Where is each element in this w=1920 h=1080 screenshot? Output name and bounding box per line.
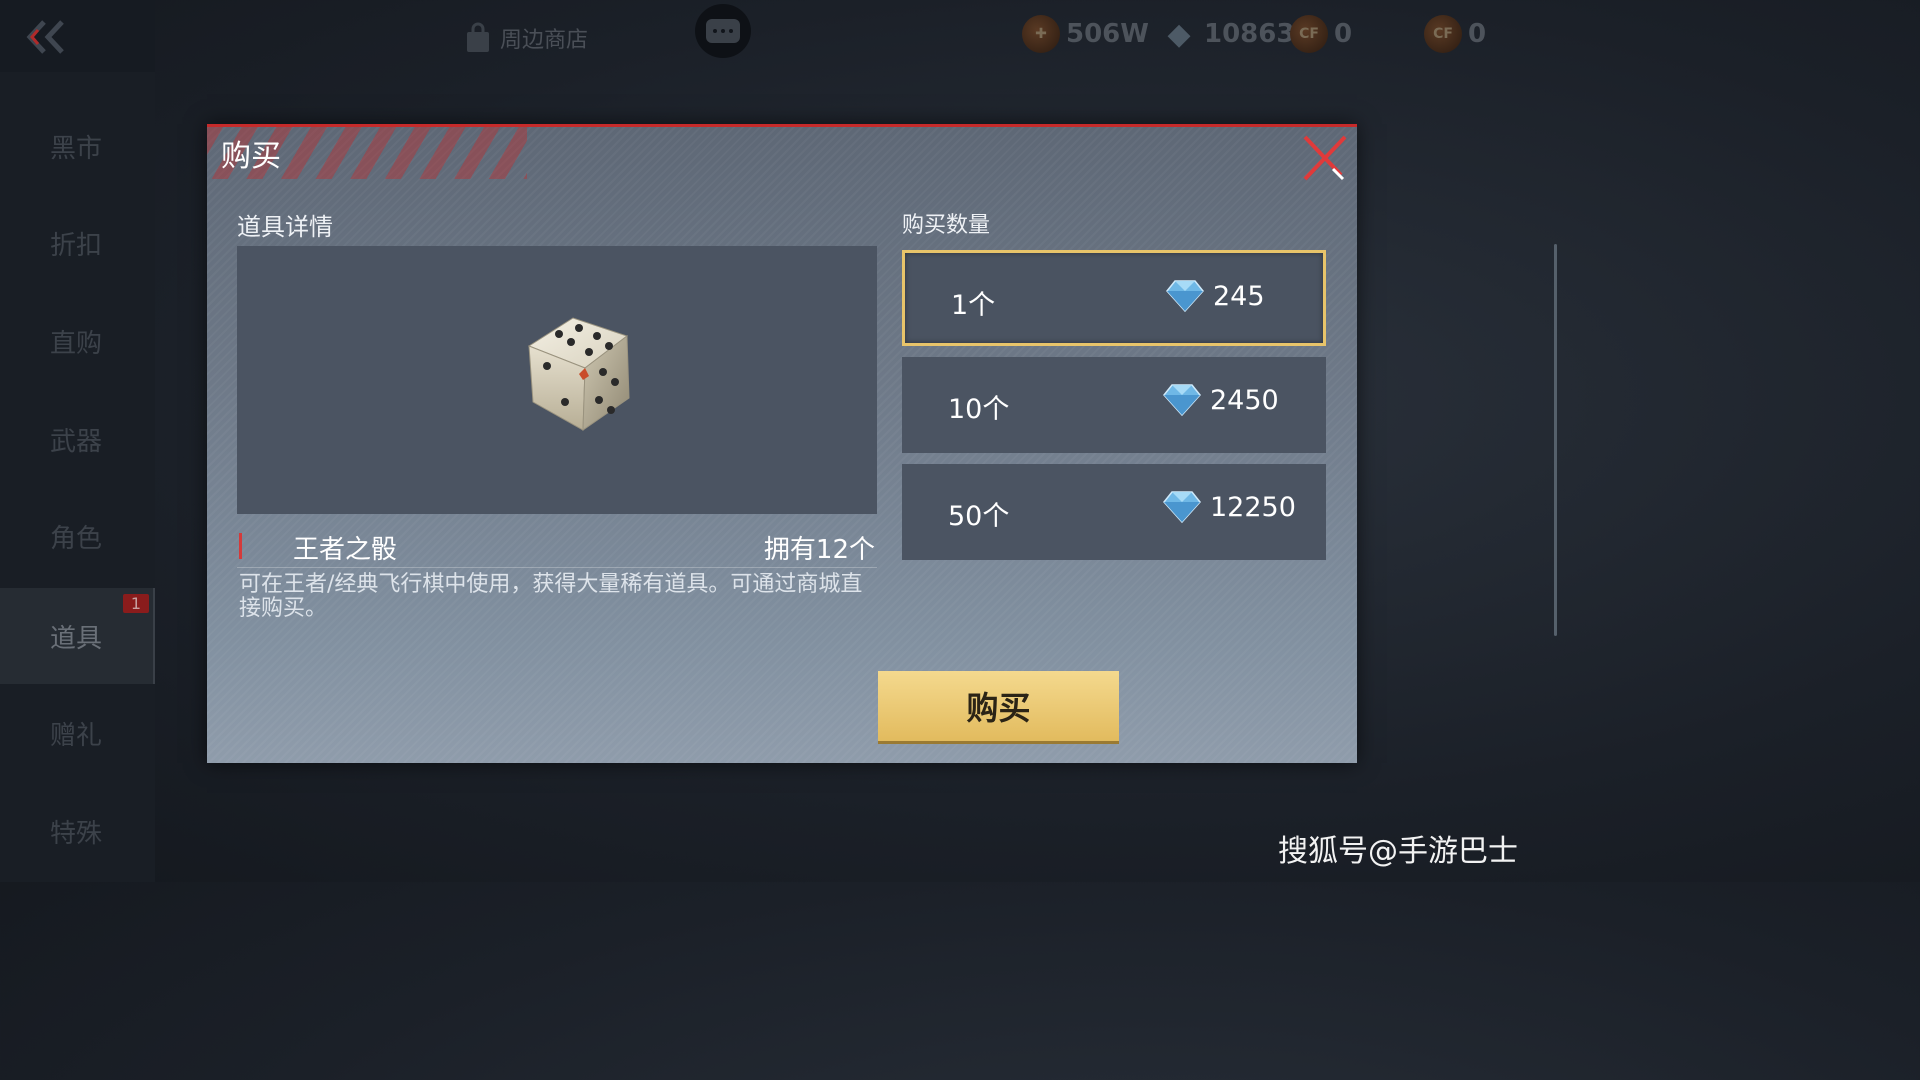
owned-count: 拥有12个 (763, 535, 875, 565)
cf-point-icon: CF (1290, 15, 1328, 53)
option-quantity: 10个 (948, 394, 1010, 425)
diamond-icon (1163, 384, 1201, 417)
sidebar-item-characters[interactable]: 角色 (0, 488, 155, 584)
sidebar-item-label: 赠礼 (50, 720, 103, 751)
diamond-currency: ◆ 10863 (1160, 14, 1294, 54)
item-description: 可在王者/经典飞行棋中使用，获得大量稀有道具。可通过商城直接购买。 (239, 572, 863, 621)
gold-currency: ✚ 506W (1022, 14, 1149, 54)
chat-icon (706, 19, 740, 43)
quantity-label: 购买数量 (902, 213, 991, 238)
item-name: 王者之骰 (293, 535, 398, 565)
cf-coin-amount: 0 (1468, 19, 1487, 49)
chat-button[interactable] (695, 4, 751, 58)
option-price: 245 (1165, 279, 1265, 313)
option-price: 12250 (1162, 490, 1296, 524)
cf-point-currency: CF 0 (1290, 14, 1352, 54)
purchase-dialog: 购买 道具详情 购买数量 王者之骰 拥有12个 可在王者/经典飞行棋中使用，获得… (207, 124, 1357, 763)
buy-button[interactable]: 购买 (878, 671, 1119, 741)
option-quantity: 50个 (948, 501, 1010, 532)
shop-label: 周边商店 (500, 28, 589, 53)
cf-point-amount: 0 (1334, 19, 1353, 49)
gold-coin-icon: ✚ (1022, 15, 1060, 53)
sidebar-item-label: 黑市 (50, 133, 103, 164)
sidebar-item-black-market[interactable]: 黑市 (0, 98, 155, 194)
diamond-icon (1166, 280, 1204, 313)
sidebar-item-direct-buy[interactable]: 直购 (0, 293, 155, 389)
watermark: 搜狐号@手游巴士 (1278, 834, 1518, 869)
option-quantity: 1个 (951, 290, 996, 321)
item-info-row: 王者之骰 拥有12个 (237, 527, 877, 568)
cf-coin-icon: CF (1424, 15, 1462, 53)
back-button[interactable] (0, 0, 155, 72)
item-details-label: 道具详情 (237, 213, 333, 241)
quantity-option-1[interactable]: 1个 245 (902, 250, 1326, 346)
notification-badge: 1 (122, 594, 149, 613)
cf-coin-currency: CF 0 (1424, 14, 1486, 54)
sidebar-item-items[interactable]: 道具 1 (0, 588, 155, 684)
price-value: 2450 (1210, 384, 1279, 416)
sidebar-item-special[interactable]: 特殊 (0, 783, 155, 879)
sidebar-item-gifts[interactable]: 赠礼 (0, 685, 155, 781)
item-preview (237, 246, 877, 514)
price-value: 12250 (1210, 491, 1296, 523)
sidebar-item-label: 特殊 (50, 818, 103, 849)
category-sidebar: 黑市 折扣 直购 武器 角色 道具 1 赠礼 特殊 (0, 72, 155, 882)
dialog-title: 购买 (221, 139, 281, 174)
option-price: 2450 (1162, 383, 1279, 417)
sidebar-item-label: 道具 (50, 623, 103, 654)
diamond-icon: ◆ (1167, 16, 1191, 52)
shopping-bag-icon (467, 22, 489, 52)
close-icon[interactable] (1299, 131, 1351, 183)
quantity-option-50[interactable]: 50个 12250 (902, 464, 1326, 560)
quantity-option-10[interactable]: 10个 2450 (902, 357, 1326, 453)
price-value: 245 (1213, 280, 1265, 312)
sidebar-item-discount[interactable]: 折扣 (0, 195, 155, 291)
sidebar-item-label: 折扣 (50, 230, 103, 261)
red-marker (239, 533, 242, 559)
sidebar-item-weapons[interactable]: 武器 (0, 391, 155, 487)
top-bar: 周边商店 ✚ 506W ◆ 10863 CF 0 CF 0 (0, 0, 1568, 72)
merch-shop-link[interactable]: 周边商店 (462, 18, 588, 58)
dice-icon (527, 317, 630, 431)
sidebar-item-label: 直购 (50, 328, 103, 359)
sidebar-item-label: 武器 (50, 426, 103, 457)
diamond-amount: 10863 (1204, 19, 1295, 49)
diamond-icon (1163, 491, 1201, 524)
gold-amount: 506W (1066, 19, 1149, 49)
back-arrow-icon (26, 20, 64, 54)
sidebar-item-label: 角色 (50, 523, 103, 554)
scrollbar[interactable] (1554, 244, 1557, 636)
